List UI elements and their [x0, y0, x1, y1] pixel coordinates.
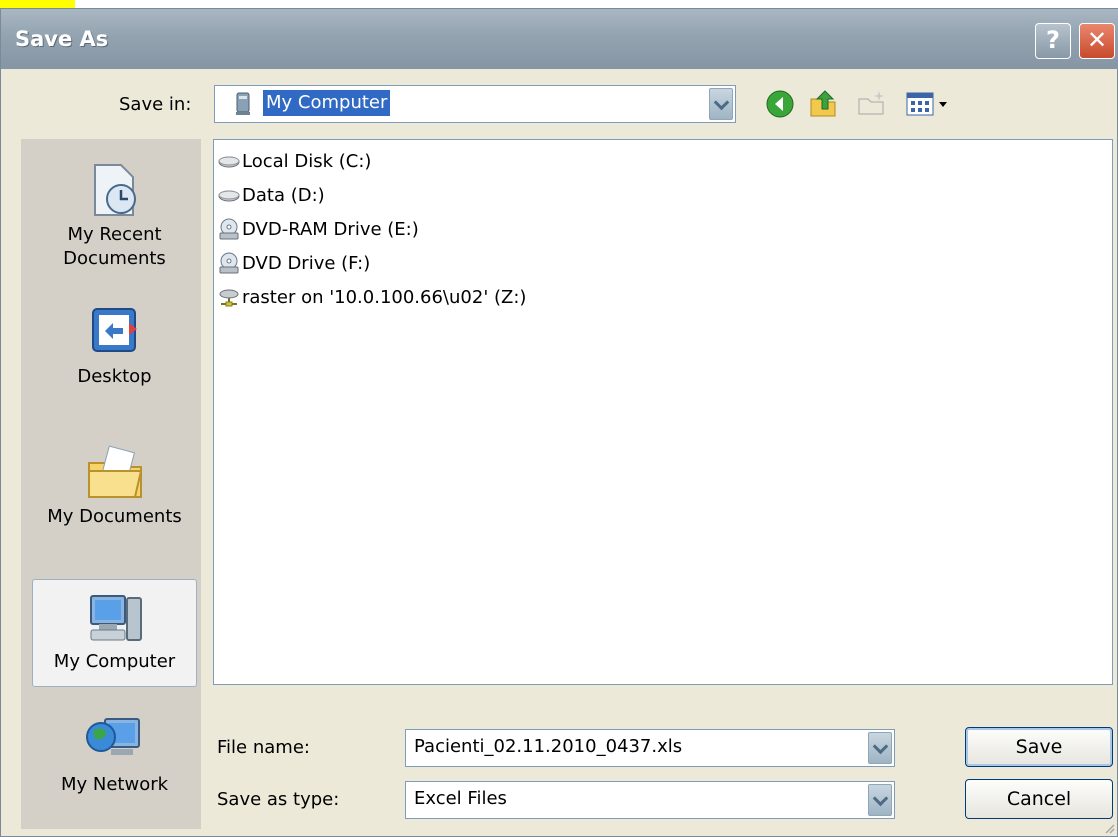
save-in-label: Save in:: [119, 94, 192, 115]
place-label: My Documents: [47, 506, 182, 527]
file-name-label: File name:: [217, 737, 310, 758]
resize-grip-icon[interactable]: [1103, 822, 1115, 834]
save-as-dialog: Save As ? ✕ Save in: My Computer My Rece…: [0, 8, 1118, 837]
file-name-input[interactable]: Pacienti_02.11.2010_0437.xls: [405, 729, 895, 767]
title-bar[interactable]: Save As ? ✕: [1, 9, 1118, 69]
place-label: Desktop: [77, 366, 152, 387]
my-computer-icon: [236, 92, 250, 115]
list-item[interactable]: Local Disk (C:): [218, 146, 371, 176]
place-label: My Network: [60, 774, 169, 795]
list-item-label: Local Disk (C:): [242, 150, 372, 172]
dialog-title: Save As: [15, 27, 109, 51]
list-item[interactable]: Data (D:): [218, 180, 325, 210]
save-as-type-value: Excel Files: [414, 788, 507, 809]
place-my-recent-documents[interactable]: My Recent Documents: [32, 159, 197, 279]
save-as-type-select[interactable]: Excel Files: [405, 781, 895, 819]
list-item-label: DVD-RAM Drive (E:): [242, 218, 419, 240]
save-as-type-dropdown-arrow[interactable]: [868, 784, 892, 816]
views-menu-icon[interactable]: [905, 91, 951, 117]
new-folder-icon[interactable]: [855, 89, 887, 117]
save-as-type-label: Save as type:: [217, 789, 340, 810]
up-folder-icon[interactable]: [807, 87, 839, 119]
list-item[interactable]: DVD-RAM Drive (E:): [218, 214, 419, 244]
place-label: My Computer: [53, 651, 176, 672]
place-my-documents[interactable]: My Documents: [32, 441, 197, 541]
place-my-network[interactable]: My Network: [32, 709, 197, 829]
yellow-highlight: [0, 0, 75, 8]
list-item-label: DVD Drive (F:): [242, 252, 371, 274]
list-item[interactable]: DVD Drive (F:): [218, 248, 370, 278]
help-button[interactable]: ?: [1035, 23, 1071, 59]
list-item-label: raster on '10.0.100.66\u02' (Z:): [242, 286, 527, 308]
dvd-drive-icon: [219, 252, 239, 274]
hard-drive-icon: [218, 190, 240, 202]
place-my-computer[interactable]: My Computer: [32, 579, 197, 687]
save-in-dropdown-arrow[interactable]: [709, 88, 733, 120]
back-icon[interactable]: [765, 89, 795, 119]
save-in-dropdown[interactable]: My Computer: [214, 85, 736, 123]
close-button[interactable]: ✕: [1079, 23, 1115, 59]
list-item[interactable]: raster on '10.0.100.66\u02' (Z:): [218, 282, 526, 312]
highlighted-text-strip: [0, 0, 1118, 8]
my-documents-icon: [87, 445, 142, 498]
my-computer-icon: [89, 595, 142, 641]
network-drive-icon: [219, 289, 239, 307]
desktop-icon: [91, 308, 137, 352]
file-list[interactable]: Local Disk (C:) Data (D:) DVD-RAM Drive …: [213, 139, 1113, 685]
file-name-value: Pacienti_02.11.2010_0437.xls: [414, 736, 683, 757]
list-item-label: Data (D:): [242, 184, 325, 206]
hard-drive-icon: [218, 156, 240, 168]
recent-documents-icon: [93, 164, 136, 216]
save-button[interactable]: Save: [965, 727, 1113, 767]
cancel-button[interactable]: Cancel: [965, 779, 1113, 819]
place-label: My Recent: [67, 224, 162, 245]
dvd-drive-icon: [219, 218, 239, 240]
place-label: Documents: [63, 248, 166, 269]
my-network-icon: [85, 718, 140, 755]
places-bar: My Recent Documents Desktop My Documents: [21, 139, 201, 829]
place-desktop[interactable]: Desktop: [32, 301, 197, 401]
save-in-value: My Computer: [263, 90, 391, 116]
file-name-dropdown-arrow[interactable]: [868, 732, 892, 764]
